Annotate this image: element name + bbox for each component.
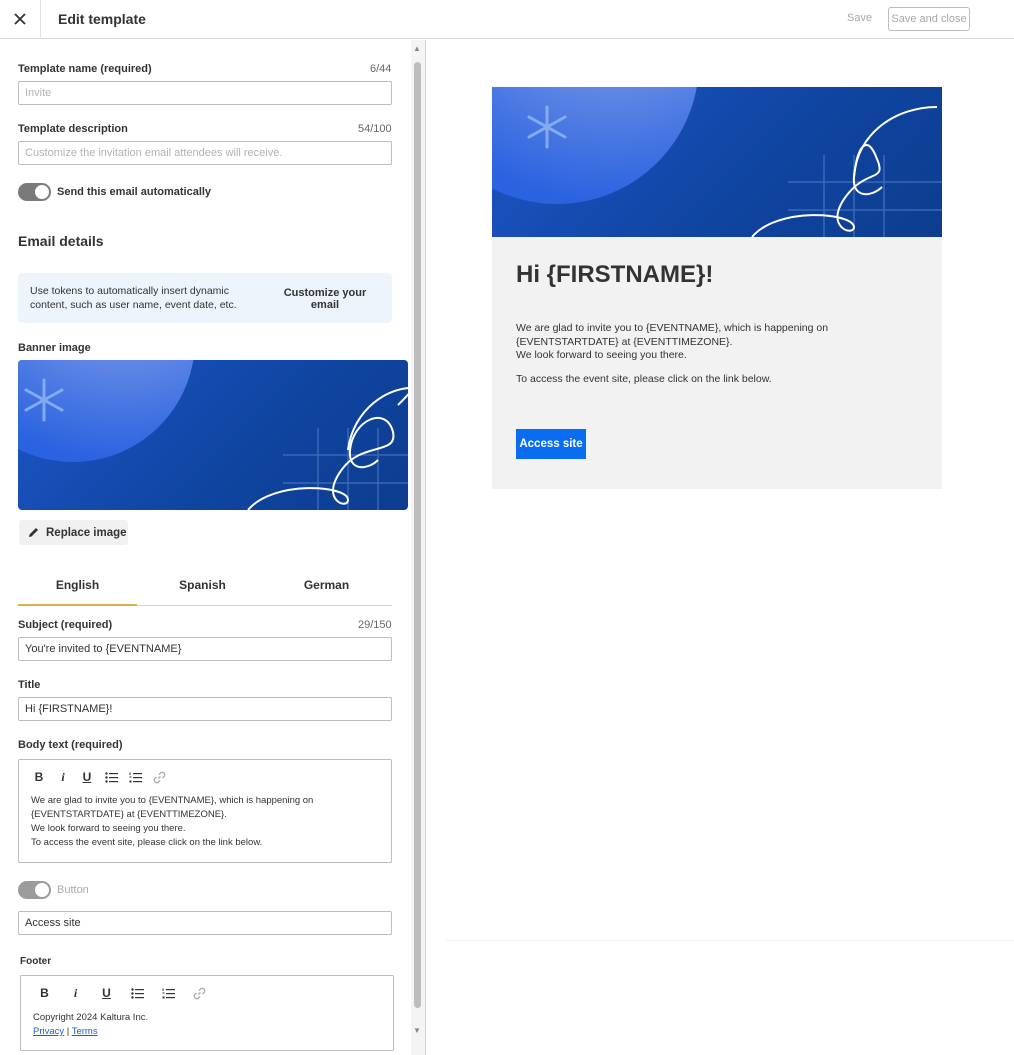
header-bar: Edit template Save Save and close (0, 0, 1014, 39)
preview-banner-image (492, 87, 942, 237)
link-button[interactable] (147, 768, 171, 786)
numbered-list-button[interactable] (123, 768, 147, 786)
tab-spanish[interactable]: Spanish (143, 578, 262, 592)
preview-title: Hi {FIRSTNAME}! (516, 261, 714, 288)
save-and-close-button[interactable]: Save and close (888, 7, 970, 31)
bulleted-list-icon (104, 771, 118, 783)
close-icon (14, 13, 26, 25)
email-details-heading: Email details (18, 233, 104, 249)
preview-access-site-button[interactable]: Access site (516, 429, 586, 459)
footer-toolbar: B i U (29, 984, 215, 1002)
bulleted-list-icon (131, 987, 144, 999)
link-icon (193, 987, 206, 999)
scroll-up-arrow-icon[interactable]: ▲ (413, 44, 421, 53)
body-text-label: Body text (required) (18, 739, 123, 751)
subject-label: Subject (required) (18, 619, 113, 631)
footer-separator: | (66, 1026, 70, 1037)
subject-counter: 29/150 (358, 619, 392, 631)
banner-image-label: Banner image (18, 342, 91, 354)
banner-image (18, 360, 408, 510)
body-text-content: We are glad to invite you to {EVENTNAME}… (31, 794, 313, 850)
replace-image-label: Replace image (46, 526, 127, 539)
active-tab-indicator (18, 604, 137, 606)
button-text-input[interactable]: Access site (18, 911, 392, 935)
template-name-input[interactable]: Invite (18, 81, 392, 105)
banner-artwork (18, 360, 408, 510)
replace-image-button[interactable]: Replace image (19, 520, 128, 545)
template-name-label: Template name (required) (18, 63, 152, 75)
scrollbar-thumb[interactable] (414, 62, 421, 1008)
body-text-editor[interactable]: B i U We are glad to invite you to {EVEN… (18, 759, 392, 863)
tab-english[interactable]: English (18, 578, 137, 592)
preview-banner-artwork (492, 87, 942, 237)
save-button[interactable]: Save (847, 12, 872, 24)
numbered-list-icon (162, 988, 175, 998)
button-toggle-label: Button (57, 884, 89, 896)
body-line-2: {EVENTSTARTDATE} at {EVENTTIMEZONE}. (31, 809, 227, 820)
button-toggle[interactable] (18, 881, 51, 899)
body-line-1: We are glad to invite you to {EVENTNAME}… (31, 795, 314, 806)
panel-divider (425, 40, 426, 1055)
subject-input[interactable]: You're invited to {EVENTNAME} (18, 637, 392, 661)
editor-scrollbar[interactable]: ▲ ▼ (411, 40, 425, 1055)
page-title: Edit template (58, 11, 146, 27)
footer-label: Footer (20, 956, 52, 967)
auto-send-toggle[interactable] (18, 183, 51, 201)
tokens-info-text: Use tokens to automatically insert dynam… (30, 285, 237, 311)
footer-bulleted-list-button[interactable] (122, 984, 153, 1002)
template-name-counter: 6/44 (370, 63, 392, 75)
scroll-down-arrow-icon[interactable]: ▼ (413, 1026, 421, 1035)
bulleted-list-button[interactable] (99, 768, 123, 786)
body-text-toolbar: B i U (27, 768, 171, 786)
title-input[interactable]: Hi {FIRSTNAME}! (18, 697, 392, 721)
link-icon (153, 771, 165, 783)
tab-german[interactable]: German (267, 578, 386, 592)
template-description-counter: 54/100 (358, 123, 392, 135)
auto-send-label: Send this email automatically (57, 186, 212, 198)
body-line-4: To access the event site, please click o… (31, 837, 263, 848)
tokens-info-box: Use tokens to automatically insert dynam… (18, 273, 392, 323)
preview-body-line-2: We look forward to seeing you there. (516, 349, 687, 361)
editor-panel: Template name (required) 6/44 Invite Tem… (0, 40, 410, 1055)
footer-bold-button[interactable]: B (29, 984, 60, 1002)
template-description-label: Template description (18, 123, 128, 135)
preview-body-line-1: We are glad to invite you to {EVENTNAME}… (516, 322, 829, 348)
template-description-input[interactable]: Customize the invitation email attendees… (18, 141, 392, 165)
body-line-3: We look forward to seeing you there. (31, 823, 186, 834)
bold-button[interactable]: B (27, 768, 51, 786)
footer-italic-button[interactable]: i (60, 984, 91, 1002)
customize-email-link[interactable]: Customize your email (280, 287, 370, 311)
italic-button[interactable]: i (51, 768, 75, 786)
footer-content: Copyright 2024 Kaltura Inc. Privacy | Te… (33, 1011, 148, 1039)
numbered-list-icon (129, 772, 142, 782)
footer-numbered-list-button[interactable] (153, 984, 184, 1002)
footer-links: Privacy | Terms (33, 1025, 148, 1039)
terms-link[interactable]: Terms (72, 1026, 98, 1037)
close-button[interactable] (0, 0, 41, 38)
language-tabs: English Spanish German (18, 572, 392, 606)
title-label: Title (18, 679, 41, 691)
footer-underline-button[interactable]: U (91, 984, 122, 1002)
privacy-link[interactable]: Privacy (33, 1026, 64, 1037)
footer-editor[interactable]: B i U Copyright 2024 Kaltura Inc. Privac… (20, 975, 394, 1051)
email-preview: Hi {FIRSTNAME}! We are glad to invite yo… (492, 87, 942, 489)
preview-body-line-3: To access the event site, please click o… (516, 372, 772, 385)
footer-copyright: Copyright 2024 Kaltura Inc. (33, 1012, 149, 1023)
underline-button[interactable]: U (75, 768, 99, 786)
pencil-icon (29, 528, 38, 537)
preview-body: We are glad to invite you to {EVENTNAME}… (516, 322, 926, 386)
preview-bottom-divider (446, 940, 1014, 941)
footer-link-button[interactable] (184, 984, 215, 1002)
